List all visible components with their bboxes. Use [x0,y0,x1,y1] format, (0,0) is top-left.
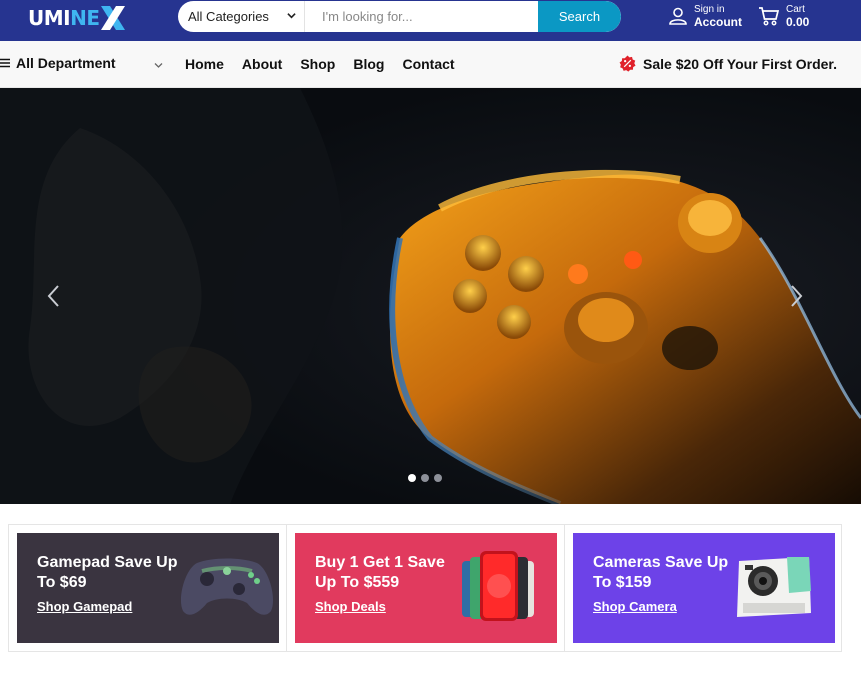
slider-dot-3[interactable] [434,474,442,482]
logo-x-icon [100,6,125,30]
nav-blog[interactable]: Blog [353,56,384,72]
search-bar: All Categories Search [178,1,621,32]
promo-card-camera[interactable]: Cameras Save Up To $159 Shop Camera [573,533,835,643]
account-link[interactable]: Sign in Account [668,2,742,30]
slider-dots [408,474,442,482]
cart-icon [759,7,780,26]
search-button[interactable]: Search [538,1,621,32]
hero-gamepad-image [0,88,861,504]
chevron-down-icon [154,63,163,68]
logo-text: UMINE [28,6,100,30]
promo-cell-deals: Buy 1 Get 1 Save Up To $559 Shop Deals [287,525,565,651]
promo-message[interactable]: Sale $20 Off Your First Order. [619,55,837,72]
shop-deals-link[interactable]: Shop Deals [315,599,386,614]
promo-text: Sale $20 Off Your First Order. [643,55,837,72]
nav-about[interactable]: About [242,56,282,72]
gamepad-image [180,558,274,615]
all-department-label: All Department [16,55,116,71]
top-header: UMINE All Categories Search Sign in Acco… [0,0,861,41]
promo-cards: Gamepad Save Up To $69 Shop Gamepad Buy … [8,524,842,652]
promo-card-title: Gamepad Save Up To $69 [37,554,178,591]
category-select-value: All Categories [188,9,269,24]
promo-card-gamepad[interactable]: Gamepad Save Up To $69 Shop Gamepad [17,533,279,643]
cart-link[interactable]: Cart 0.00 [758,2,809,30]
shop-gamepad-link[interactable]: Shop Gamepad [37,599,132,614]
slider-prev-arrow-icon[interactable] [46,284,62,308]
discount-badge-icon [619,55,636,72]
user-icon [669,7,687,25]
hero-slider [0,88,861,504]
slider-next-arrow-icon[interactable] [788,284,804,308]
nav-home[interactable]: Home [185,56,224,72]
category-select[interactable]: All Categories [178,1,305,32]
promo-card-deals[interactable]: Buy 1 Get 1 Save Up To $559 Shop Deals [295,533,557,643]
chevron-down-icon [287,13,296,19]
cart-total: 0.00 [786,15,810,29]
slider-dot-1[interactable] [408,474,416,482]
all-department-dropdown[interactable]: All Department [0,55,116,71]
nav-shop[interactable]: Shop [300,56,335,72]
account-label: Account [694,15,742,29]
phones-image [462,551,534,621]
slider-dot-2[interactable] [421,474,429,482]
promo-cell-gamepad: Gamepad Save Up To $69 Shop Gamepad [9,525,287,651]
shop-camera-link[interactable]: Shop Camera [593,599,677,614]
search-input[interactable] [305,1,538,32]
nav-menu: Home About Shop Blog Contact [185,56,473,72]
nav-contact[interactable]: Contact [402,56,454,72]
main-nav: All Department Home About Shop Blog Cont… [0,41,861,88]
camera-image [737,557,811,617]
menu-icon [0,58,10,68]
promo-cell-camera: Cameras Save Up To $159 Shop Camera [565,525,843,651]
promo-card-title: Cameras Save Up To $159 [593,554,729,591]
site-logo[interactable]: UMINE [28,4,127,32]
promo-card-title: Buy 1 Get 1 Save Up To $559 [315,554,445,591]
